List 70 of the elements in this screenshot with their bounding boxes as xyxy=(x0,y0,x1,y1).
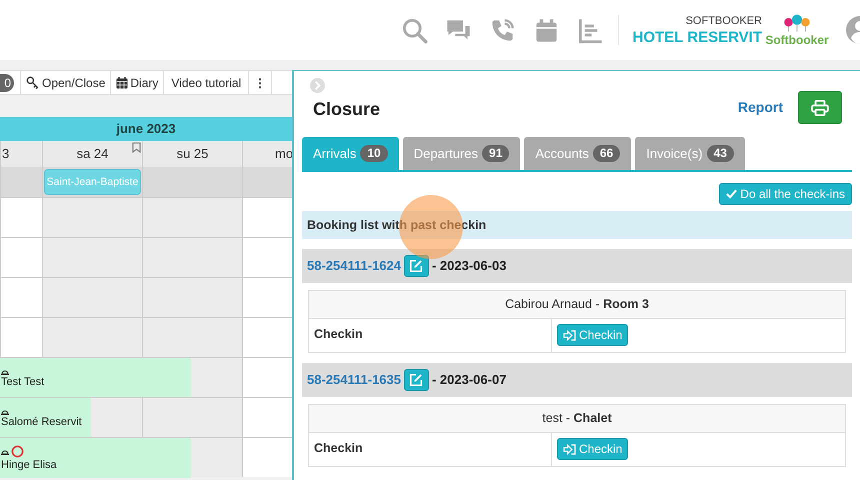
calendar-cell[interactable] xyxy=(91,398,142,437)
edit-icon xyxy=(409,259,424,273)
calendar-cell[interactable] xyxy=(0,198,42,237)
brand-name: HOTEL RESERVIT xyxy=(632,30,762,44)
key-icon xyxy=(26,76,40,90)
count-badge: 66 xyxy=(592,145,620,162)
calendar-cell[interactable] xyxy=(242,438,292,477)
calendar-cell[interactable] xyxy=(0,238,42,277)
calendar-cell[interactable] xyxy=(0,278,42,317)
calendar-cell[interactable] xyxy=(142,238,242,277)
edit-button[interactable] xyxy=(404,255,429,277)
count-badge: 91 xyxy=(482,145,510,162)
sign-in-icon xyxy=(563,444,576,454)
search-icon[interactable] xyxy=(400,16,428,44)
bookmark-icon[interactable] xyxy=(132,142,141,153)
calendar-cell[interactable] xyxy=(191,358,242,397)
logo-text: Softbooker xyxy=(765,34,829,46)
table-cell: Checkin xyxy=(314,327,363,341)
printer-icon xyxy=(811,100,829,116)
circle-icon xyxy=(11,444,24,458)
notice-text: Booking list with past checkin xyxy=(307,216,486,234)
tab[interactable]: Accounts 66 xyxy=(524,137,632,170)
calendar-cell[interactable] xyxy=(42,198,142,237)
print-button[interactable] xyxy=(798,91,842,124)
calendar-cell[interactable] xyxy=(191,438,242,477)
calendar-cell[interactable] xyxy=(42,278,142,317)
more-button[interactable]: ⋮ xyxy=(248,71,272,94)
booking-bar[interactable]: Hinge Elisa xyxy=(0,438,191,478)
checkmark-icon xyxy=(726,189,738,199)
guest-room-text: test - Chalet xyxy=(542,410,612,428)
brand-caption: SOFTBOOKER xyxy=(686,16,762,26)
diary-button[interactable]: Diary xyxy=(110,71,164,94)
edit-icon xyxy=(409,373,424,387)
count-badge: 10 xyxy=(360,145,388,162)
calendar-cell[interactable] xyxy=(0,318,42,357)
booking-bar[interactable]: Salomé Reservit xyxy=(0,398,91,438)
calendar-cell[interactable] xyxy=(242,198,292,237)
chevron-right-icon[interactable] xyxy=(310,78,325,93)
guest-room-text: Cabirou Arnaud - Room 3 xyxy=(505,296,649,314)
month-bar: june 2023 xyxy=(0,117,292,141)
booking-date: - 2023-06-03 xyxy=(432,257,506,276)
calendar-cell[interactable] xyxy=(42,238,142,277)
avatar-icon[interactable] xyxy=(846,16,860,44)
booking-date: - 2023-06-07 xyxy=(432,371,506,390)
calendar-cell[interactable] xyxy=(242,358,292,397)
calendar-cell[interactable] xyxy=(242,398,292,437)
list-chart-icon[interactable] xyxy=(576,16,604,44)
tab[interactable]: Departures 91 xyxy=(402,137,520,170)
calendar-cell[interactable] xyxy=(242,278,292,317)
open-close-button[interactable]: Open/Close xyxy=(20,71,110,94)
calendar-cell[interactable] xyxy=(242,318,292,357)
count-badge: 43 xyxy=(706,145,734,162)
day-header[interactable]: sa 24 xyxy=(42,141,142,167)
calendar-cell[interactable] xyxy=(142,198,242,237)
edit-button[interactable] xyxy=(404,369,429,391)
calendar-cell[interactable] xyxy=(42,318,142,357)
calendar-icon xyxy=(116,76,128,88)
calendar-cell[interactable] xyxy=(142,278,242,317)
calendar-cell[interactable] xyxy=(142,318,242,357)
count-badge: 0 xyxy=(0,74,14,92)
table-cell: Checkin xyxy=(314,441,363,455)
booking-bar[interactable]: Test Test xyxy=(0,358,191,398)
panel-title: Closure xyxy=(313,98,380,121)
calendar-cell[interactable] xyxy=(242,238,292,277)
calendar-cell[interactable] xyxy=(142,398,242,437)
sign-in-icon xyxy=(563,330,576,340)
video-tutorial-button[interactable]: Video tutorial xyxy=(163,71,248,94)
report-link[interactable]: Report xyxy=(738,97,783,118)
tab[interactable]: Invoice(s) 43 xyxy=(635,137,745,170)
tab[interactable]: Arrivals 10 xyxy=(302,137,399,170)
